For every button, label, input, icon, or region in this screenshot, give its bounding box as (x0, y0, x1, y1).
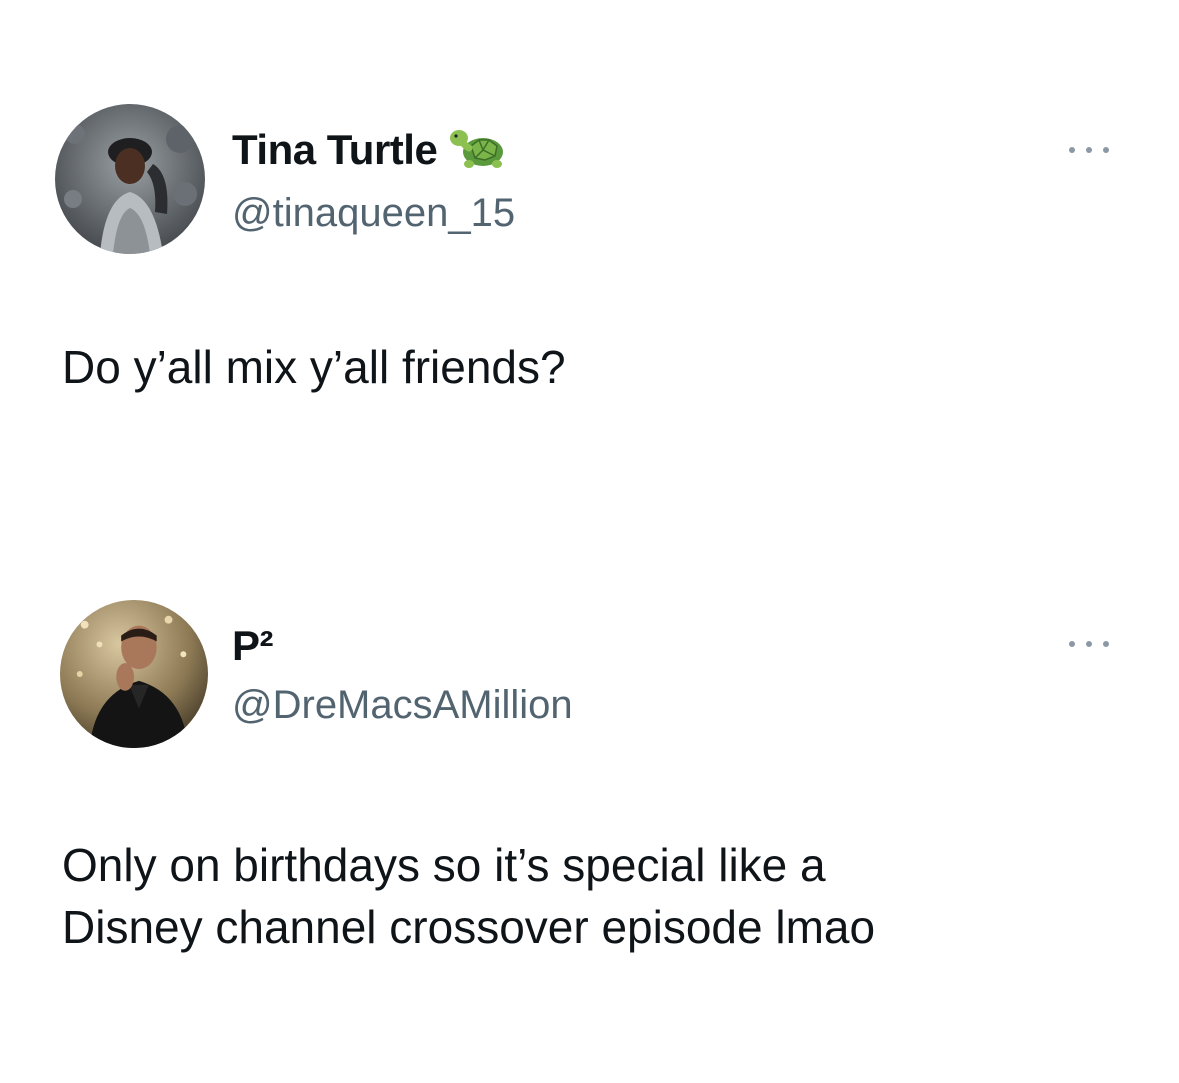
display-name[interactable]: Tina Turtle (232, 124, 438, 176)
author-handle[interactable]: @tinaqueen_15 (232, 188, 515, 238)
more-options-button[interactable] (1069, 634, 1109, 654)
avatar[interactable] (55, 104, 205, 254)
tweet-text: Only on birthdays so it’s special like a… (62, 839, 876, 953)
avatar[interactable] (60, 600, 208, 748)
ellipsis-icon (1103, 641, 1109, 647)
author-handle[interactable]: @DreMacsAMillion (232, 680, 573, 730)
avatar-image (60, 600, 208, 748)
ellipsis-icon (1069, 641, 1075, 647)
tweet[interactable]: Tina Turtle @tinaqueen_15 Do y’all mix y… (0, 0, 1179, 520)
turtle-emoji-icon (450, 130, 504, 168)
author-name[interactable]: Tina Turtle (232, 124, 511, 176)
more-options-button[interactable] (1069, 140, 1109, 160)
display-name[interactable]: P² (232, 620, 274, 672)
avatar-image (55, 104, 205, 254)
ellipsis-icon (1086, 147, 1092, 153)
ellipsis-icon (1069, 147, 1075, 153)
tweet-text: Do y’all mix y’all friends? (62, 341, 566, 393)
ellipsis-icon (1103, 147, 1109, 153)
author-name[interactable]: P² (232, 620, 274, 672)
ellipsis-icon (1086, 641, 1092, 647)
tweet[interactable]: P² @DreMacsAMillion Only on birthdays so… (0, 520, 1179, 1083)
